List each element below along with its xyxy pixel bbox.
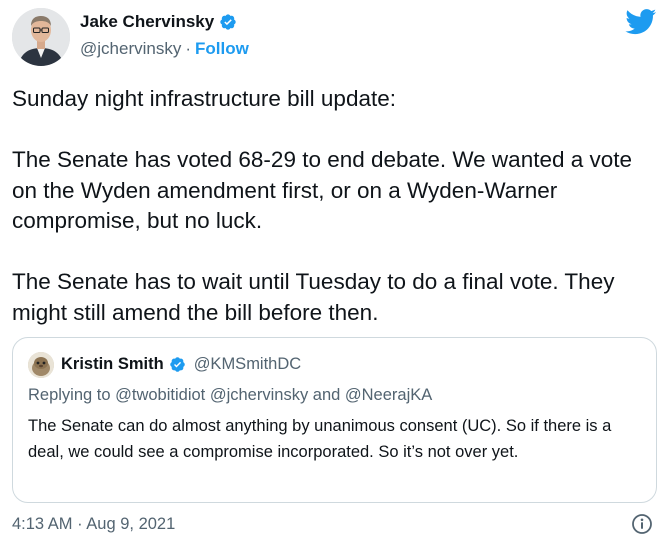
tweet-paragraph: Sunday night infrastructure bill update:	[12, 86, 396, 111]
author-name[interactable]: Jake Chervinsky	[80, 12, 237, 32]
separator-dot: ·	[185, 39, 192, 58]
info-icon[interactable]	[631, 513, 653, 535]
quoted-author-handle[interactable]: @KMSmithDC	[194, 355, 302, 374]
embedded-tweet: Jake Chervinsky @jchervinsky · Follow Sund…	[0, 0, 670, 539]
author-handle[interactable]: @jchervinsky	[80, 39, 181, 58]
tweet-paragraph: The Senate has voted 68-29 to end debate…	[12, 147, 633, 233]
tweet-paragraph: The Senate has to wait until Tuesday to …	[12, 269, 615, 325]
quoted-tweet[interactable]: Kristin Smith @KMSmithDC Replying to @tw…	[12, 337, 657, 503]
author-name-text[interactable]: Jake Chervinsky	[80, 12, 214, 32]
verified-badge-icon	[169, 356, 186, 373]
tweet-body: Sunday night infrastructure bill update:…	[12, 84, 658, 328]
tweet-timestamp[interactable]: 4:13 AM · Aug 9, 2021	[12, 515, 175, 534]
author-handle-line: @jchervinsky · Follow	[80, 39, 249, 59]
follow-button[interactable]: Follow	[195, 39, 249, 58]
twitter-bird-icon[interactable]	[625, 9, 657, 35]
quoted-tweet-text: The Senate can do almost anything by una…	[28, 417, 612, 461]
quoted-author-name[interactable]: Kristin Smith	[61, 355, 164, 374]
quoted-author-avatar[interactable]	[28, 352, 54, 378]
quoted-author-name-line: Kristin Smith @KMSmithDC	[61, 355, 301, 374]
replying-to-line: Replying to @twobitidiot @jchervinsky an…	[28, 386, 433, 404]
verified-badge-icon	[219, 13, 237, 31]
author-avatar[interactable]	[12, 8, 70, 66]
